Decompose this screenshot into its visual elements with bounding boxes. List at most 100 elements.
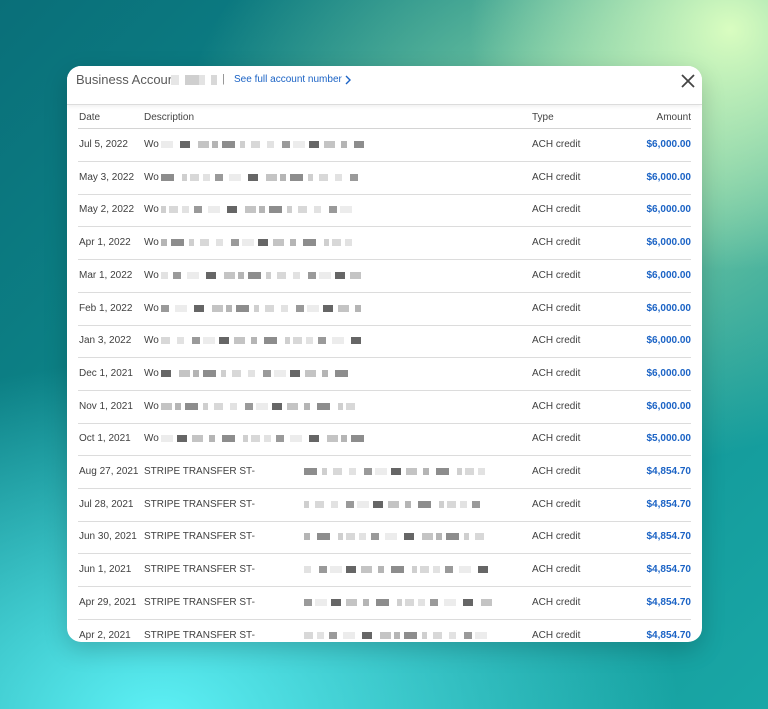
redaction-block [192, 337, 200, 345]
column-header-description[interactable]: Description [144, 112, 194, 123]
table-row[interactable]: Apr 29, 2021 STRIPE TRANSFER ST- ACH credi… [78, 587, 691, 620]
redaction-block [351, 435, 364, 443]
redacted-description [159, 297, 364, 320]
cell-date: May 2, 2022 [79, 204, 135, 216]
redaction-block [234, 337, 245, 345]
masked-account-number [171, 75, 217, 85]
redacted-description [302, 526, 492, 549]
redaction-block [318, 337, 326, 345]
cell-amount: $6,000.00 [646, 335, 692, 347]
table-row[interactable]: May 2, 2022 Wo ACH credit $6,000.00 [78, 194, 691, 228]
redaction-block [161, 239, 167, 247]
header-separator: | [222, 73, 225, 85]
table-row[interactable]: Nov 1, 2021 Wo ACH credit $6,000.00 [78, 391, 691, 424]
table-row[interactable]: Mar 1, 2022 Wo ACH credit $6,000.00 [78, 260, 691, 293]
redaction-block [418, 598, 425, 606]
cell-type: ACH credit [532, 466, 581, 477]
redaction-block [333, 468, 342, 475]
redaction-block [303, 239, 316, 247]
redaction-block [224, 271, 235, 279]
redacted-description [159, 166, 364, 189]
column-header-amount[interactable]: Amount [657, 112, 691, 123]
cell-date: Jan 3, 2022 [79, 335, 132, 347]
cell-description: Wo [144, 171, 159, 183]
redaction-block [459, 566, 471, 574]
cell-type: ACH credit [532, 367, 581, 379]
redaction-block [323, 304, 333, 312]
cell-type: ACH credit [532, 531, 581, 543]
redaction-block [281, 304, 288, 312]
redaction-block [161, 435, 173, 443]
cell-amount: $4,854.70 [646, 629, 692, 641]
redacted-description [159, 264, 364, 287]
redaction-block [256, 402, 268, 410]
table-row[interactable]: Jan 3, 2022 Wo ACH credit $6,000.00 [78, 325, 692, 359]
redaction-block [185, 402, 198, 410]
redaction-block [354, 141, 364, 148]
redaction-block [464, 533, 469, 541]
cell-type: ACH credit [532, 433, 581, 445]
redaction-block [309, 435, 319, 443]
cell-description: Wo [144, 237, 159, 249]
redaction-block [192, 435, 203, 443]
redaction-block [248, 173, 258, 181]
redaction-block [404, 533, 414, 541]
redaction-block [422, 533, 433, 541]
redaction-block [290, 435, 302, 443]
redaction-block [330, 566, 342, 574]
cell-amount: $4,854.70 [646, 596, 692, 608]
close-icon[interactable] [679, 72, 697, 90]
redaction-block [332, 239, 341, 247]
redaction-block [317, 402, 330, 410]
chevron-right-icon[interactable] [343, 74, 353, 86]
redaction-block [227, 206, 237, 214]
redaction-block [309, 141, 319, 148]
redaction-block [269, 206, 282, 214]
table-row[interactable]: Oct 1, 2021 Wo ACH credit $5,000.00 [78, 423, 692, 457]
table-row[interactable]: Dec 1, 2021 Wo ACH credit $6,000.00 [78, 358, 691, 391]
table-row[interactable]: Jun 30, 2021 STRIPE TRANSFER ST- ACH credi… [78, 521, 691, 555]
table-row[interactable]: Apr 1, 2022 Wo ACH credit $6,000.00 [78, 227, 692, 261]
redaction-block [340, 206, 352, 214]
redaction-block [391, 468, 401, 475]
cell-amount: $6,000.00 [646, 139, 692, 150]
redaction-block [418, 500, 431, 508]
column-header-date[interactable]: Date [79, 112, 100, 123]
redaction-block [175, 402, 181, 410]
redaction-block [231, 239, 239, 247]
redaction-block [308, 173, 313, 181]
table-row[interactable]: Feb 1, 2022 Wo ACH credit $6,000.00 [78, 293, 691, 326]
redaction-block [203, 402, 208, 410]
redaction-block [338, 402, 343, 410]
redaction-block [263, 369, 271, 377]
table-row[interactable]: Aug 27, 2021 STRIPE TRANSFER ST- ACH credi… [78, 456, 691, 489]
see-full-account-number-link[interactable]: See full account number [234, 74, 342, 85]
table-row[interactable]: Jul 5, 2022 Wo ACH credit $6,000.00 [78, 129, 691, 162]
redaction-block [293, 271, 300, 279]
redaction-block [194, 206, 202, 214]
redaction-block [343, 631, 355, 639]
redaction-block [215, 173, 223, 181]
redaction-block [282, 141, 290, 148]
table-row[interactable]: Apr 2, 2021 STRIPE TRANSFER ST- ACH credit… [78, 620, 692, 642]
cell-amount: $6,000.00 [646, 302, 692, 314]
redaction-block [266, 173, 277, 181]
redaction-block [460, 500, 467, 508]
cell-description: Wo [144, 335, 159, 347]
table-row[interactable]: May 3, 2022 Wo ACH credit $6,000.00 [78, 162, 691, 195]
transactions-table: Date Description Type Amount Jul 5, 2022… [67, 104, 702, 642]
redaction-block [385, 533, 397, 541]
table-row[interactable]: Jun 1, 2021 STRIPE TRANSFER ST- ACH credit… [78, 554, 691, 588]
cell-date: Apr 1, 2022 [79, 237, 131, 249]
cell-amount: $6,000.00 [646, 237, 692, 249]
cell-amount: $5,000.00 [646, 433, 692, 445]
redaction-block [240, 141, 245, 148]
column-header-type[interactable]: Type [532, 112, 554, 123]
redaction-block [266, 271, 271, 279]
table-row[interactable]: Jul 28, 2021 STRIPE TRANSFER ST- ACH credi… [78, 489, 691, 522]
redaction-block [194, 304, 204, 312]
redaction-block [338, 533, 343, 541]
redaction-block [229, 173, 241, 181]
redaction-block [350, 271, 361, 279]
redaction-block [308, 271, 316, 279]
